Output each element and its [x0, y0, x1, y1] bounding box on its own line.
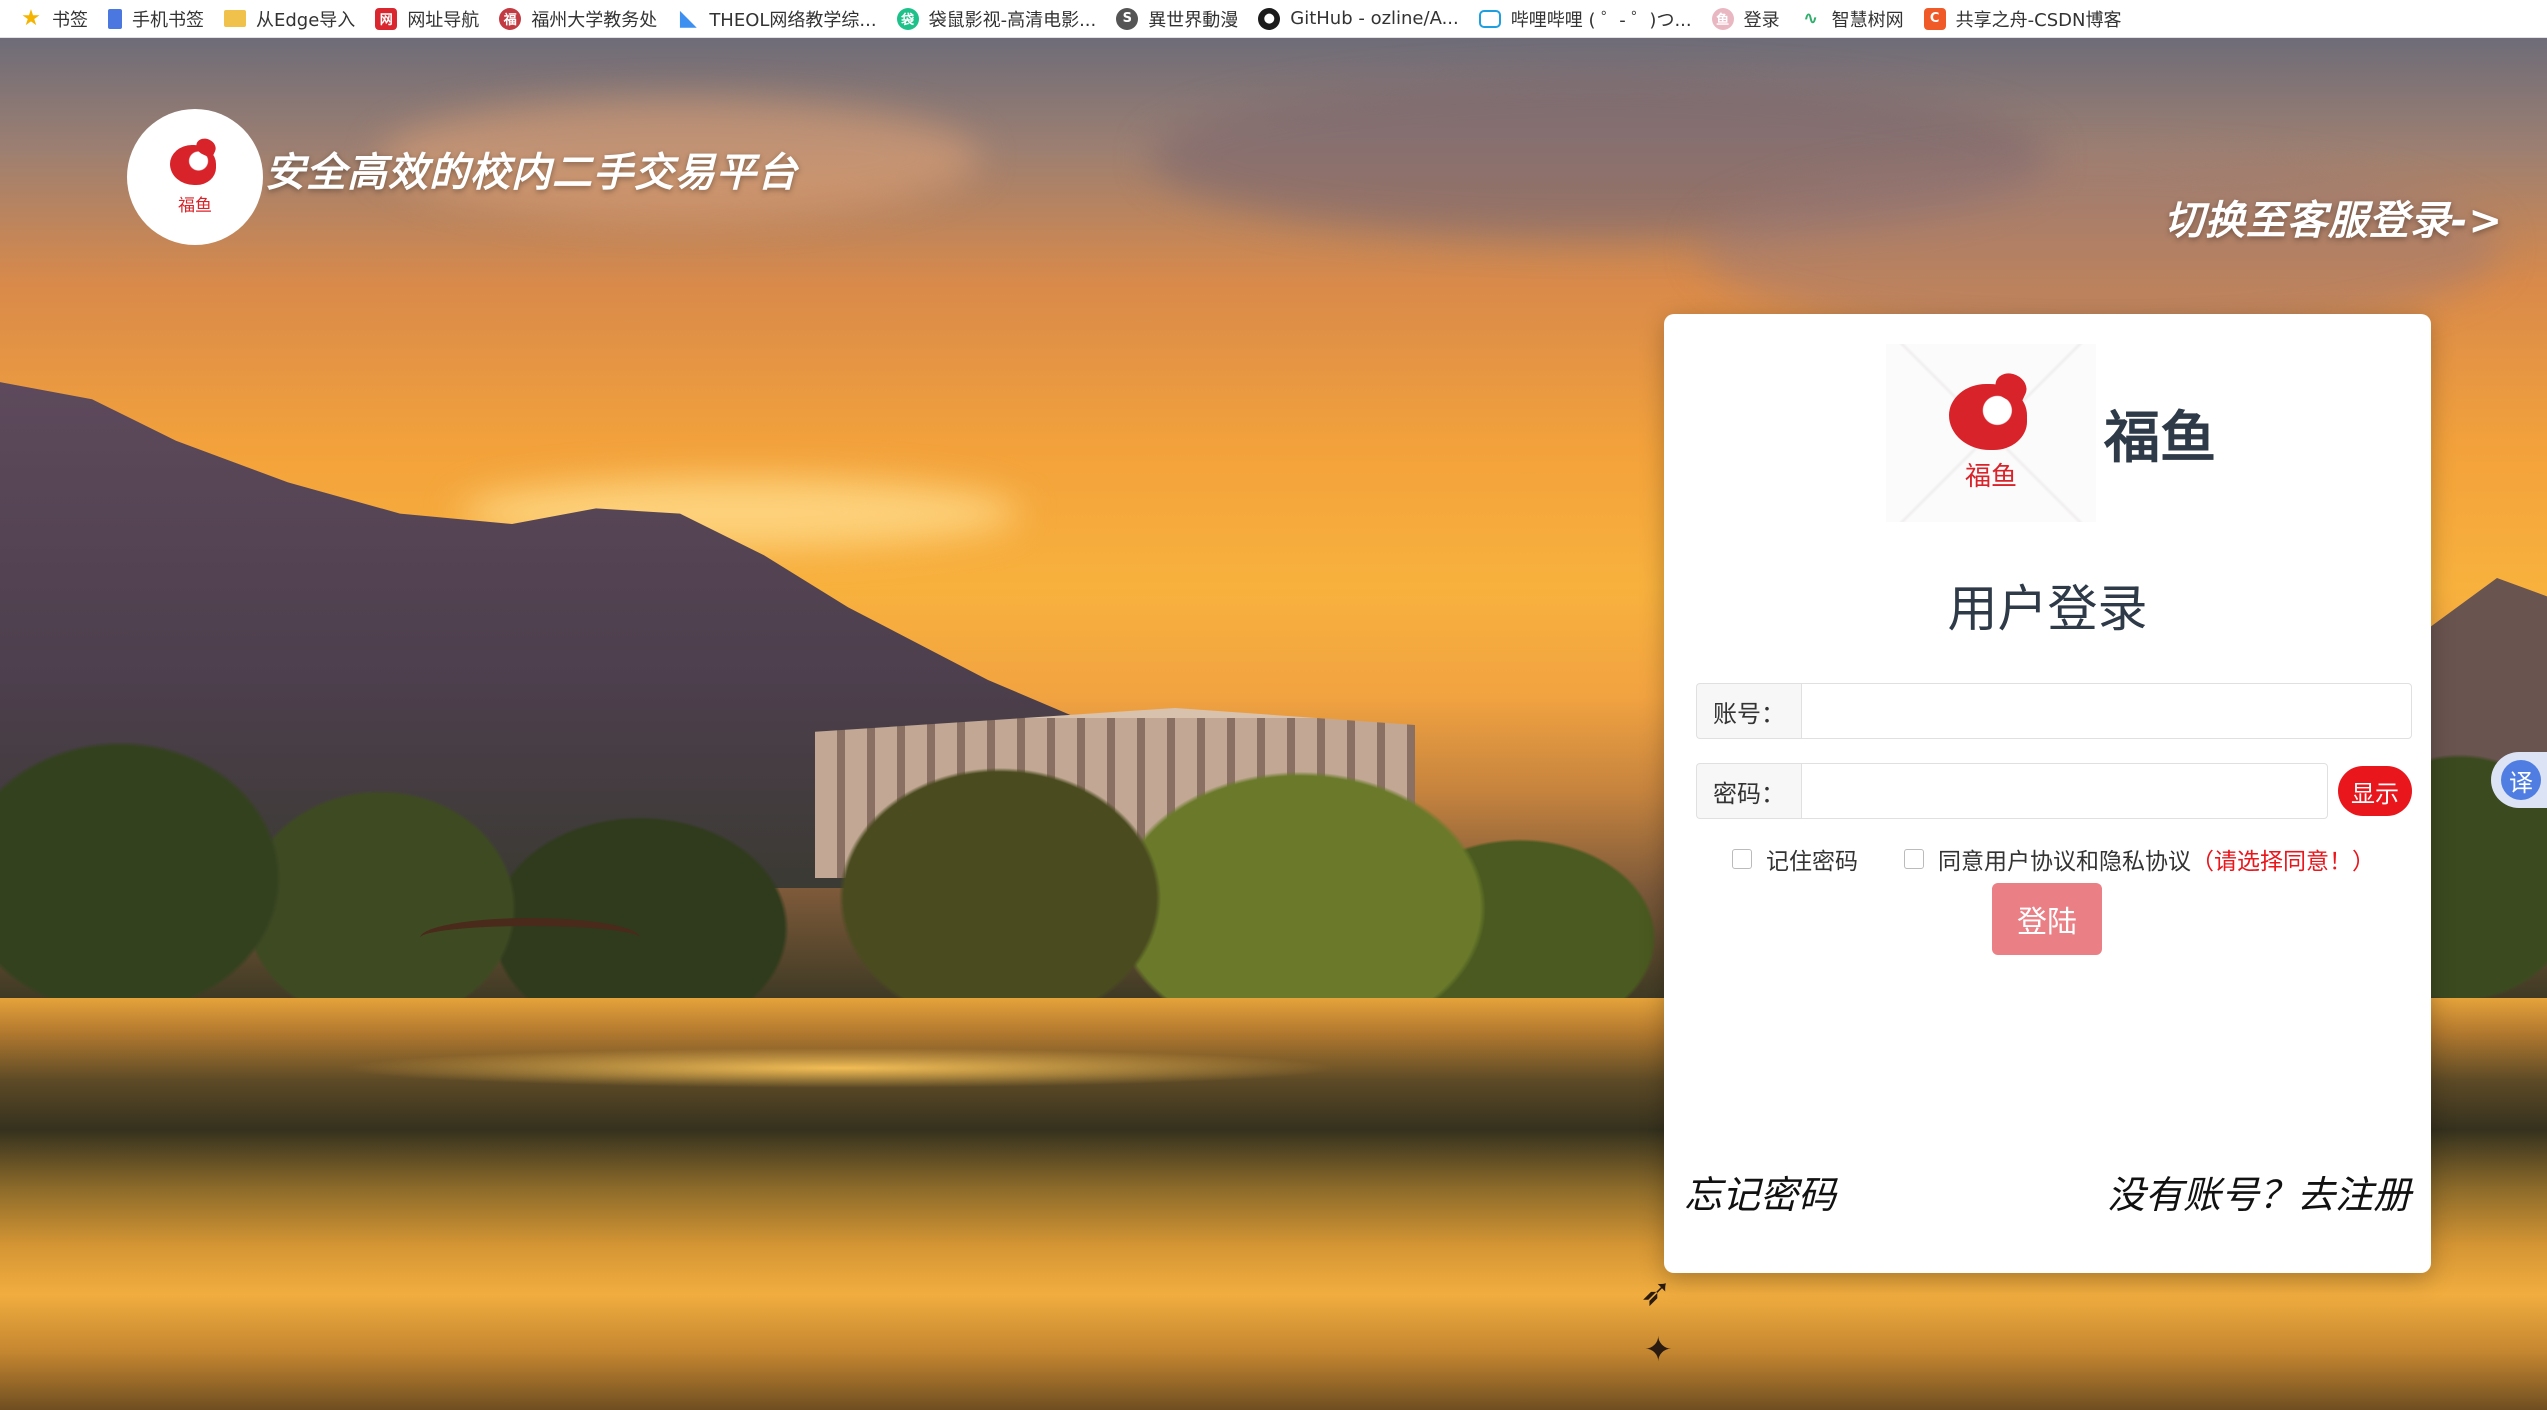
brand: 福鱼 福鱼 — [1886, 344, 2216, 522]
brand-logo: 福鱼 — [1886, 344, 2096, 522]
brand-name: 福鱼 — [2104, 405, 2216, 471]
university-icon: 福 — [499, 7, 522, 30]
agree-warning: （请选择同意！） — [2191, 849, 2375, 875]
account-row: 账号： — [1696, 683, 2412, 739]
bookmark-label: 网址导航 — [407, 9, 480, 31]
csdn-icon: C — [1923, 7, 1946, 30]
bookmark-label: 从Edge导入 — [256, 9, 356, 31]
login-card: 福鱼 福鱼 用户登录 账号： 密码： 显示 记住密码 同意用户协议和隐私协议 （… — [1664, 314, 2431, 1273]
remember-password-checkbox[interactable] — [1732, 849, 1752, 869]
bookmark-item[interactable]: 从Edge导入 — [218, 0, 369, 37]
login-title: 用户登录 — [1947, 580, 2148, 638]
fish-logo-icon — [166, 135, 224, 189]
agree-terms-checkbox[interactable] — [1904, 849, 1924, 869]
agree-terms-label: 同意用户协议和隐私协议 — [1938, 849, 2191, 875]
bookmarks-bar: ★ 书签 手机书签 从Edge导入 网 网址导航 福 福州大学教务处 ◣ THE… — [0, 0, 2547, 38]
forgot-password-link[interactable]: 忘记密码 — [1684, 1164, 1836, 1219]
zhihuishu-icon: ∿ — [1803, 8, 1819, 29]
github-icon: ● — [1258, 7, 1281, 30]
switch-to-support-login-link[interactable]: 切换至客服登录-> — [2164, 188, 2503, 246]
theol-icon: ◣ — [679, 6, 697, 31]
login-button[interactable]: 登陆 — [1992, 883, 2102, 955]
password-label: 密码： — [1696, 763, 1801, 819]
bookmark-label: 书签 — [52, 9, 88, 31]
bookmark-label: 袋鼠影视-高清电影... — [928, 9, 1097, 31]
bookmark-label: 登录 — [1743, 9, 1780, 31]
bookmark-item[interactable]: ∿ 智慧树网 — [1794, 0, 1918, 37]
site-slogan: 安全高效的校内二手交易平台 — [265, 150, 798, 196]
bookmark-label: 福州大学教务处 — [531, 9, 658, 31]
login-site-icon: 鱼 — [1711, 7, 1734, 30]
logo-text: 福鱼 — [178, 195, 212, 216]
bookmark-item[interactable]: 手机书签 — [102, 0, 218, 37]
bookmark-item[interactable]: ★ 书签 — [14, 0, 102, 37]
nav-site-icon: 网 — [375, 7, 398, 30]
bookmark-item[interactable]: 福 福州大学教务处 — [493, 0, 671, 37]
star-icon: ★ — [21, 6, 41, 31]
bookmark-item[interactable]: 哔哩哔哩 ( ゜- ゜)つ... — [1473, 0, 1706, 37]
brand-logo-text: 福鱼 — [1964, 461, 2017, 492]
site-logo: 福鱼 — [127, 109, 263, 245]
bookmark-label: GitHub - ozline/A... — [1290, 8, 1459, 29]
bookmark-item[interactable]: S 異世界動漫 — [1110, 0, 1252, 37]
translate-button[interactable]: 译 — [2491, 752, 2547, 808]
bookmark-item[interactable]: C 共享之舟-CSDN博客 — [1918, 0, 2136, 37]
bookmark-item[interactable]: 袋 袋鼠影视-高清电影... — [891, 0, 1111, 37]
bookmark-item[interactable]: 网 网址导航 — [369, 0, 493, 37]
account-input[interactable] — [1801, 683, 2412, 739]
bilibili-icon — [1478, 9, 1501, 28]
options-row: 记住密码 同意用户协议和隐私协议 （请选择同意！） — [1732, 842, 2375, 876]
account-label: 账号： — [1696, 683, 1801, 739]
bookmark-label: 手机书签 — [132, 9, 204, 31]
bookmark-label: 哔哩哔哩 ( ゜- ゜)つ... — [1510, 9, 1692, 31]
password-row: 密码： 显示 — [1696, 763, 2412, 819]
folder-icon — [224, 10, 246, 27]
fish-logo-icon — [1943, 367, 2039, 454]
phone-icon — [108, 8, 122, 29]
bookmark-label: 智慧树网 — [1831, 9, 1904, 31]
bookmark-label: THEOL网络教学综... — [709, 9, 877, 31]
register-link[interactable]: 没有账号？去注册 — [2107, 1164, 2411, 1219]
show-password-button[interactable]: 显示 — [2338, 766, 2412, 816]
remember-password-label: 记住密码 — [1766, 849, 1858, 875]
bookmark-label: 異世界動漫 — [1148, 9, 1239, 31]
anime-icon: S — [1116, 7, 1139, 30]
password-input[interactable] — [1801, 763, 2328, 819]
bookmark-item[interactable]: ● GitHub - ozline/A... — [1252, 0, 1473, 37]
bookmark-item[interactable]: 鱼 登录 — [1706, 0, 1794, 37]
bookmark-item[interactable]: ◣ THEOL网络教学综... — [671, 0, 890, 37]
translate-icon: 译 — [2501, 760, 2541, 800]
kangaroo-icon: 袋 — [896, 7, 919, 30]
bookmark-label: 共享之舟-CSDN博客 — [1955, 9, 2122, 31]
